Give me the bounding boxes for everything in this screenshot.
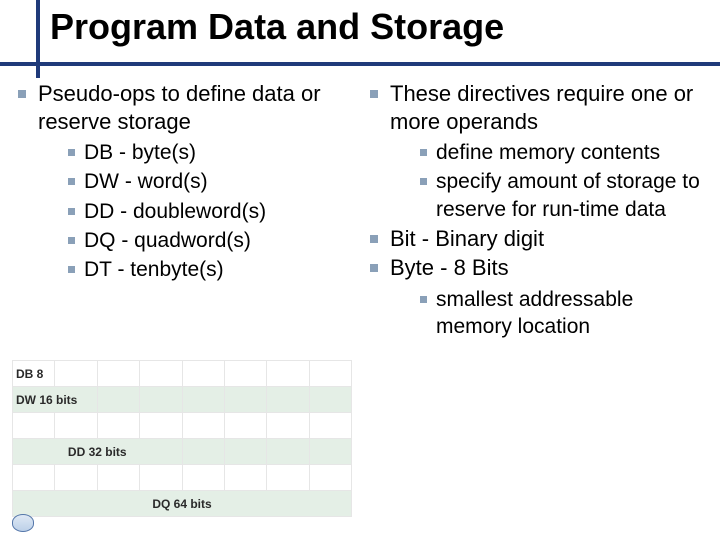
left-sub-text: DT - tenbyte(s) <box>84 258 224 281</box>
left-sub-bullet: DB - byte(s) <box>38 139 354 166</box>
left-main-bullet: Pseudo-ops to define data or reserve sto… <box>10 80 354 283</box>
bits-dw-cell: DW 16 bits <box>13 387 98 413</box>
bits-db-cell: DB 8 <box>13 361 55 387</box>
right-sub-bullet: define memory contents <box>390 139 714 166</box>
bits-dd-cell: DD 32 bits <box>13 439 183 465</box>
left-sub-text: DB - byte(s) <box>84 141 196 164</box>
slide: Program Data and Storage Pseudo-ops to d… <box>0 0 720 540</box>
right-sub-text: define memory contents <box>436 141 660 164</box>
right-sub-text: specify amount of storage to reserve for… <box>436 170 700 220</box>
right-sub-bullet: smallest addressable memory location <box>390 286 714 341</box>
right-bullet-0: These directives require one or more ope… <box>362 80 714 223</box>
right-bullet-text: Byte - 8 Bits <box>390 255 509 280</box>
title-horizontal-rule <box>0 62 720 66</box>
right-sub-text: smallest addressable memory location <box>436 288 633 338</box>
right-bullet-text: These directives require one or more ope… <box>390 81 693 134</box>
right-column: These directives require one or more ope… <box>360 76 720 540</box>
title-vertical-rule <box>36 0 40 78</box>
left-sub-bullet: DT - tenbyte(s) <box>38 256 354 283</box>
left-sub-text: DW - word(s) <box>84 170 208 193</box>
left-sub-bullet: DQ - quadword(s) <box>38 227 354 254</box>
left-sub-text: DD - doubleword(s) <box>84 200 266 223</box>
bits-diagram: DB 8 DW 16 bits DD 32 bits DQ 64 bits <box>12 360 352 520</box>
right-sub-bullet: specify amount of storage to reserve for… <box>390 168 714 223</box>
left-main-text: Pseudo-ops to define data or reserve sto… <box>38 81 321 134</box>
right-bullet-2: Byte - 8 Bits smallest addressable memor… <box>362 254 714 340</box>
title-block: Program Data and Storage <box>36 6 710 54</box>
bits-table: DB 8 DW 16 bits DD 32 bits DQ 64 bits <box>12 360 352 517</box>
left-sub-bullet: DD - doubleword(s) <box>38 198 354 225</box>
footer-logo <box>10 512 90 536</box>
left-sub-bullet: DW - word(s) <box>38 168 354 195</box>
slide-title: Program Data and Storage <box>36 6 710 54</box>
right-bullet-1: Bit - Binary digit <box>362 225 714 253</box>
right-bullet-text: Bit - Binary digit <box>390 226 544 251</box>
globe-icon <box>12 514 34 532</box>
left-sub-text: DQ - quadword(s) <box>84 229 251 252</box>
